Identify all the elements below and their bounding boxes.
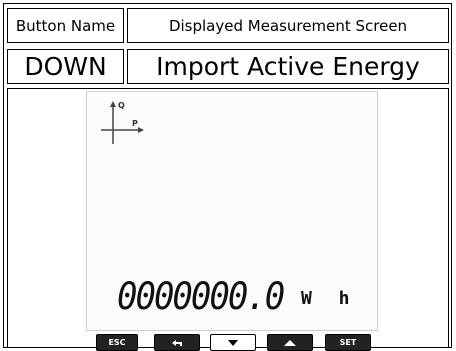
header-displayed-screen: Displayed Measurement Screen	[127, 8, 449, 43]
set-label: SET	[339, 338, 357, 347]
axis-q-label: Q	[118, 101, 125, 110]
button-name-cell: DOWN	[7, 49, 124, 84]
set-button[interactable]: SET	[325, 334, 371, 351]
energy-unit: W h	[301, 288, 358, 309]
return-arrow-icon	[172, 339, 182, 346]
return-button[interactable]	[154, 334, 200, 351]
esc-button[interactable]: ESC	[96, 334, 138, 351]
axis-p-label: P	[132, 119, 138, 128]
keypad: ESC SET	[86, 334, 378, 351]
energy-value: 0000000.0	[117, 275, 285, 319]
pq-quadrant-icon: Q P	[101, 101, 144, 144]
esc-label: ESC	[108, 338, 126, 347]
up-button[interactable]	[267, 334, 313, 351]
displayed-screen-cell: Import Active Energy	[127, 49, 449, 84]
header-button-name: Button Name	[7, 8, 124, 43]
down-button[interactable]	[210, 334, 256, 351]
up-triangle-icon	[284, 339, 296, 346]
down-triangle-icon	[228, 339, 238, 346]
lcd-display: Q P 0000000.0 W h	[86, 91, 378, 331]
